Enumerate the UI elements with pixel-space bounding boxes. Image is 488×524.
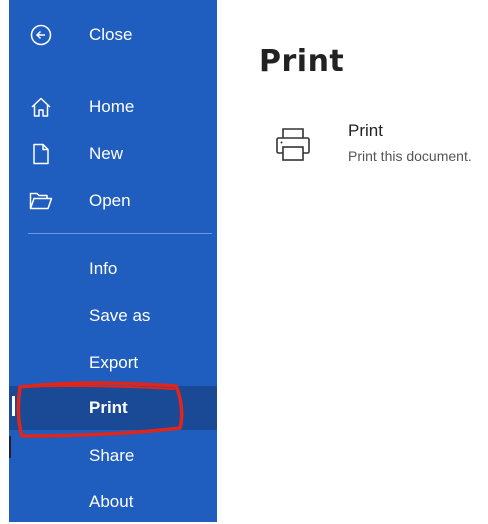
sidebar-item-label: Save as [89, 306, 151, 325]
new-document-icon [26, 139, 56, 169]
sidebar-item-home[interactable]: Home [9, 85, 217, 129]
sidebar-item-about[interactable]: About [9, 480, 217, 524]
sidebar-item-label: Export [89, 353, 139, 372]
printer-icon [273, 124, 313, 164]
print-option-description: Print this document. [348, 148, 472, 164]
sidebar-divider [28, 233, 212, 234]
close-button[interactable]: Close [9, 13, 217, 57]
sidebar-item-label: About [89, 492, 134, 511]
folder-open-icon [26, 186, 56, 216]
home-icon [26, 92, 56, 122]
page-title: Print [259, 44, 345, 79]
window-edge [0, 0, 9, 522]
sidebar-item-print[interactable]: Print [9, 386, 217, 430]
edge-marker [9, 436, 11, 458]
sidebar-item-info[interactable]: Info [9, 247, 217, 291]
back-arrow-icon [26, 20, 56, 50]
sidebar-item-label: Home [89, 97, 135, 116]
backstage-sidebar: Close Home New Open Info Save as Export … [9, 0, 217, 522]
print-button[interactable]: Print Print this document. [273, 116, 488, 176]
sidebar-item-export[interactable]: Export [9, 341, 217, 385]
sidebar-item-new[interactable]: New [9, 132, 217, 176]
sidebar-item-label: Info [89, 259, 118, 278]
print-option-title: Print [348, 121, 383, 140]
sidebar-item-label: Open [89, 191, 131, 210]
close-label: Close [89, 25, 133, 44]
sidebar-item-label: New [89, 144, 124, 163]
sidebar-item-share[interactable]: Share [9, 434, 217, 478]
sidebar-item-open[interactable]: Open [9, 179, 217, 223]
sidebar-item-label: Share [89, 446, 135, 465]
sidebar-item-save-as[interactable]: Save as [9, 294, 217, 338]
sidebar-item-label: Print [89, 398, 128, 417]
selection-indicator [12, 396, 15, 416]
